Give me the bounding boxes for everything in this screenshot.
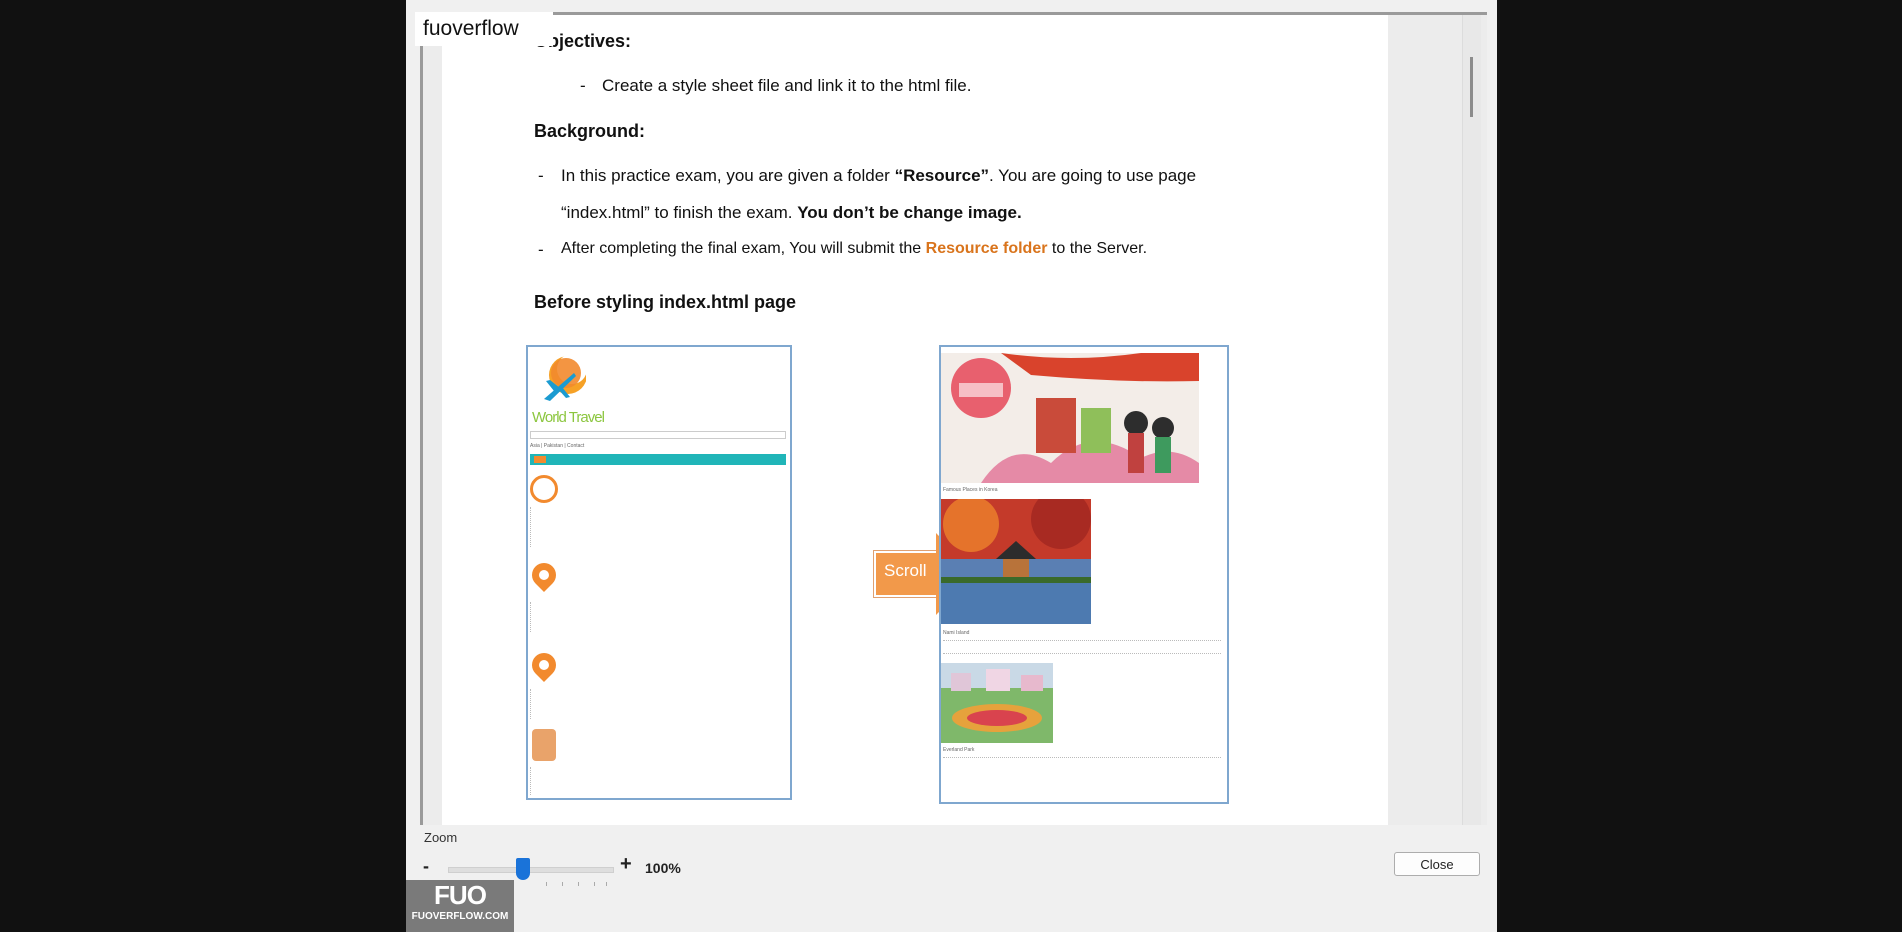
zoom-tick [578, 882, 579, 886]
close-button[interactable]: Close [1394, 852, 1480, 876]
bg-bullet-1: - [538, 166, 544, 185]
bg-line-2: “index.html” to finish the exam. You don… [561, 203, 1022, 222]
document-viewer-dialog: Objectives: - Create a style sheet file … [406, 0, 1497, 932]
mini-people-icon [532, 729, 556, 761]
mini-pin-icon-2 [528, 648, 561, 682]
mini-text-block-4 [530, 767, 555, 795]
mini-paragraph-2 [943, 757, 1221, 798]
mini-active-tab [534, 456, 546, 463]
everland-image [941, 663, 1053, 743]
korea-banner-image [941, 353, 1199, 483]
world-travel-brand: World Travel [532, 409, 605, 426]
mini-paragraph-1 [943, 640, 1221, 654]
zoom-tick [546, 882, 547, 886]
fuoverflow-watermark-label: fuoverflow [415, 12, 553, 46]
viewport-border [420, 15, 423, 825]
bg-line-3: After completing the final exam, You wil… [561, 240, 1148, 257]
world-travel-logo-icon [544, 354, 586, 401]
zoom-slider-track[interactable] [448, 867, 614, 873]
zoom-tick [562, 882, 563, 886]
unstyled-page-screenshot: World Travel Asia | Pakistan | Contact [526, 345, 792, 800]
mini-text-block-1 [530, 507, 561, 547]
zoom-slider-thumb[interactable] [516, 858, 530, 880]
scroll-arrow-label: Scroll [884, 561, 927, 580]
palace-image [941, 499, 1091, 624]
bg-line-1: In this practice exam, you are given a f… [561, 166, 1197, 185]
scrolled-page-screenshot: Famous Places in Korea Nami Island Everl… [939, 345, 1229, 804]
vertical-scrollbar[interactable] [1462, 15, 1481, 825]
zoom-tick [594, 882, 595, 886]
background-heading: Background: [534, 121, 646, 141]
before-styling-heading: Before styling index.html page [534, 292, 797, 312]
zoom-out-button[interactable]: - [423, 856, 429, 877]
fuoverflow-watermark: FUO FUOVERFLOW.COM [406, 880, 514, 932]
mini-circle-icon [530, 475, 558, 503]
objective-item: Create a style sheet file and link it to… [602, 76, 972, 95]
zoom-percentage: 100% [645, 860, 681, 876]
mini-teal-nav [530, 454, 786, 465]
mini-pin-icon-1 [528, 558, 561, 592]
zoom-in-button[interactable]: + [620, 853, 632, 876]
mini-caption-1: Famous Places in Korea [943, 487, 998, 493]
objective-bullet: - [580, 76, 586, 95]
mini-text-block-2 [530, 602, 551, 632]
mini-search-box [530, 431, 786, 439]
zoom-tick [606, 882, 607, 886]
mini-text-block-3 [530, 689, 551, 719]
mini-nav-text: Asia | Pakistan | Contact [530, 443, 585, 449]
document-page: Objectives: - Create a style sheet file … [442, 15, 1388, 825]
fuo-logo-text: FUO [434, 880, 487, 910]
document-viewport[interactable]: Objectives: - Create a style sheet file … [420, 12, 1487, 825]
bg-bullet-2: - [538, 240, 544, 259]
mini-caption-3: Everland Park [943, 747, 975, 753]
fuo-site-text: FUOVERFLOW.COM [411, 911, 509, 922]
vertical-scrollbar-thumb[interactable] [1470, 57, 1473, 117]
zoom-label: Zoom [424, 830, 458, 845]
mini-caption-2: Nami Island [943, 630, 970, 636]
